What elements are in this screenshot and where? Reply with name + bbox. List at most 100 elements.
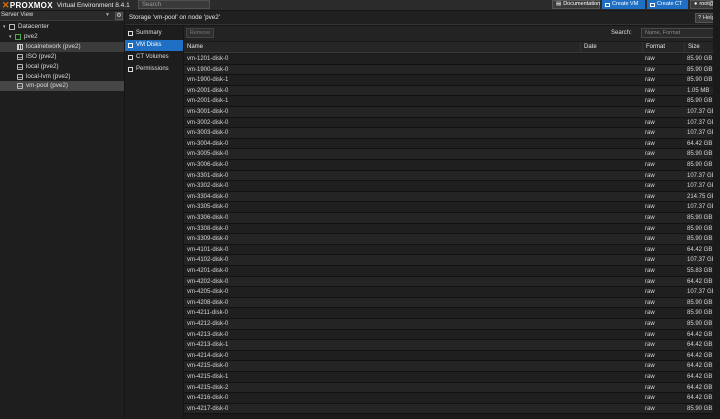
cell-name: vm-4217-disk-0 [187, 405, 229, 412]
tab-label: CT Volumes [136, 54, 169, 60]
search-label: Search: [611, 30, 632, 36]
table-row[interactable]: vm-4215-disk-1 raw 64.42 GB [184, 372, 720, 383]
proxmox-logo[interactable]: ✕ PROXMOX [2, 0, 53, 11]
cell-name: vm-3002-disk-0 [187, 119, 229, 126]
table-row[interactable]: vm-3005-disk-0 raw 85.90 GB [184, 149, 720, 160]
view-selector-bar: Server View ▼ ⚙ [0, 11, 124, 21]
table-row[interactable]: vm-4216-disk-0 raw 64.42 GB [184, 393, 720, 404]
cell-name: vm-4214-disk-0 [187, 352, 229, 359]
cell-date [580, 319, 642, 330]
cell-name: vm-4201-disk-0 [187, 268, 229, 274]
cell-date [580, 404, 642, 415]
tree-expander-icon[interactable]: ▾ [3, 22, 8, 32]
table-row[interactable]: vm-2001-disk-0 raw 1.05 MB [184, 85, 720, 97]
table-row[interactable]: vm-4202-disk-0 raw 64.42 GB [184, 276, 720, 288]
tree-item-localnetwork[interactable]: localnetwork (pve2) [0, 42, 124, 52]
documentation-button[interactable]: ▤ Documentation [552, 0, 600, 9]
help-icon: ? [698, 15, 702, 21]
create-ct-label: Create CT [657, 1, 683, 7]
cell-format: raw [645, 109, 655, 115]
tab-permissions[interactable]: Permissions [125, 64, 183, 75]
cell-format: raw [645, 151, 655, 158]
table-row[interactable]: vm-3003-disk-0 raw 107.37 GB [184, 128, 720, 139]
table-row[interactable]: vm-3002-disk-0 raw 107.37 GB [184, 117, 720, 129]
gear-icon[interactable]: ⚙ [115, 12, 123, 20]
volume-icon [128, 55, 133, 60]
cell-format: raw [645, 140, 655, 147]
cell-format: raw [645, 87, 655, 94]
create-ct-button[interactable]: Create CT [647, 0, 688, 9]
cell-name: vm-4215-disk-1 [187, 374, 229, 380]
cell-format: raw [645, 162, 655, 168]
cell-name: vm-4212-disk-0 [187, 321, 229, 327]
table-row[interactable]: vm-2001-disk-1 raw 85.90 GB [184, 96, 720, 107]
table-row[interactable]: vm-1900-disk-1 raw 85.90 GB [184, 75, 720, 86]
table-row[interactable]: vm-4201-disk-0 raw 55.83 GB [184, 266, 720, 277]
table-row[interactable]: vm-4205-disk-0 raw 107.37 GB [184, 287, 720, 298]
cell-format: raw [645, 289, 655, 296]
tree-item-label: Datacenter [18, 23, 49, 30]
cell-date [580, 181, 642, 192]
table-row[interactable]: vm-3302-disk-0 raw 107.37 GB [184, 181, 720, 192]
cell-name: vm-1900-disk-1 [187, 77, 229, 84]
cell-date [580, 171, 642, 182]
table-row[interactable]: vm-4208-disk-0 raw 85.90 GB [184, 297, 720, 309]
view-selector[interactable]: Server View ▼ [0, 11, 112, 20]
table-row[interactable]: vm-4215-disk-0 raw 64.42 GB [184, 361, 720, 372]
table-row[interactable]: vm-3305-disk-0 raw 107.37 GB [184, 202, 720, 213]
cell-date [580, 128, 642, 139]
table-row[interactable]: vm-3308-disk-0 raw 85.90 GB [184, 223, 720, 235]
table-row[interactable]: vm-4101-disk-0 raw 64.42 GB [184, 244, 720, 256]
tree-item-vm-pool[interactable]: vm-pool (pve2) [0, 81, 124, 91]
book-icon: ▤ [556, 1, 562, 7]
table-row[interactable]: vm-3301-disk-0 raw 107.37 GB [184, 170, 720, 182]
page-scrollbar[interactable] [713, 0, 720, 419]
tree-item-pve2[interactable]: ▾ pve2 [9, 32, 38, 42]
cell-format: raw [645, 405, 655, 412]
table-row[interactable]: vm-3309-disk-0 raw 85.90 GB [184, 234, 720, 245]
cell-format: raw [645, 384, 655, 391]
table-row[interactable]: vm-4211-disk-0 raw 85.90 GB [184, 308, 720, 319]
column-header-format[interactable]: Format [642, 42, 684, 53]
tab-summary[interactable]: Summary [125, 28, 183, 39]
tab-label: Summary [136, 30, 162, 36]
column-header-name[interactable]: Name [184, 42, 580, 53]
table-row[interactable]: vm-3306-disk-0 raw 85.90 GB [184, 213, 720, 224]
cell-date [580, 65, 642, 76]
table-row[interactable]: vm-1201-disk-0 raw 85.90 GB [184, 54, 720, 65]
tree-expander-icon[interactable]: ▾ [9, 32, 14, 42]
cell-name: vm-1900-disk-0 [187, 66, 229, 73]
table-row[interactable]: vm-4213-disk-0 raw 64.42 GB [184, 329, 720, 341]
cell-format: raw [645, 268, 655, 274]
table-row[interactable]: vm-1900-disk-0 raw 85.90 GB [184, 64, 720, 76]
table-row[interactable]: vm-3006-disk-0 raw 85.90 GB [184, 160, 720, 171]
global-search-input[interactable]: Search [138, 0, 210, 9]
table-row[interactable]: vm-4217-disk-0 raw 85.90 GB [184, 403, 720, 415]
tree-item-iso[interactable]: ISO (pve2) [17, 52, 56, 62]
tab-vm-disks[interactable]: VM Disks [125, 40, 183, 51]
cell-format: raw [645, 236, 655, 243]
user-icon: ● [694, 1, 698, 7]
table-row[interactable]: vm-3304-disk-0 raw 214.75 GB [184, 191, 720, 203]
tab-ct-volumes[interactable]: CT Volumes [125, 52, 183, 63]
storage-icon [17, 74, 23, 80]
table-row[interactable]: vm-4102-disk-0 raw 107.37 GB [184, 255, 720, 266]
remove-button[interactable]: Remove [186, 28, 214, 38]
column-header-date[interactable]: Date [580, 42, 642, 53]
table-row[interactable]: vm-4214-disk-0 raw 64.42 GB [184, 350, 720, 362]
cell-date [580, 160, 642, 171]
table-row[interactable]: vm-3001-disk-0 raw 107.37 GB [184, 107, 720, 118]
grid-search-input[interactable]: Name, Format [641, 28, 718, 38]
tree-item-local[interactable]: local (pve2) [17, 62, 59, 72]
datacenter-icon [9, 24, 15, 30]
cell-format: raw [645, 257, 655, 264]
table-row[interactable]: vm-4213-disk-1 raw 64.42 GB [184, 340, 720, 351]
table-row[interactable]: vm-4212-disk-0 raw 85.90 GB [184, 319, 720, 330]
chevron-down-icon: ▼ [105, 12, 110, 18]
table-row[interactable]: vm-3004-disk-0 raw 64.42 GB [184, 138, 720, 150]
logo-text: PROXMOX [9, 0, 53, 10]
tree-item-datacenter[interactable]: ▾ Datacenter [3, 22, 49, 32]
cell-date [580, 202, 642, 213]
create-vm-button[interactable]: Create VM [602, 0, 645, 9]
table-row[interactable]: vm-4215-disk-2 raw 64.42 GB [184, 382, 720, 394]
